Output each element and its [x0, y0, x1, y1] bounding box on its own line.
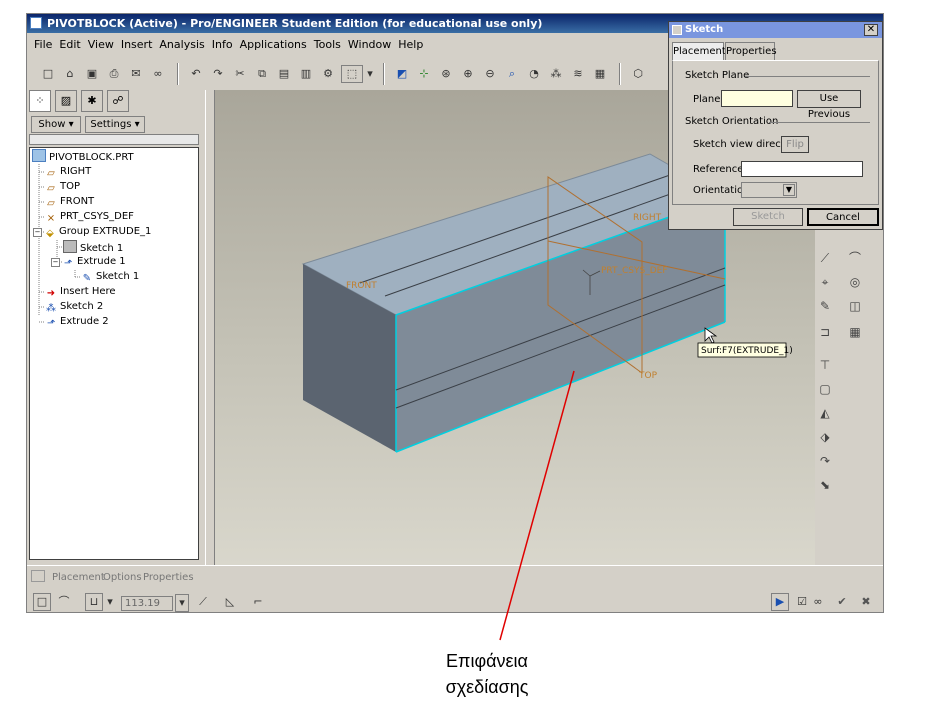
caption-line2: σχεδίασης: [445, 677, 529, 697]
callout-overlay: [499, 370, 575, 641]
annotation-caption: Επιφάνεια σχεδίασης: [417, 648, 557, 700]
callout-line: [499, 370, 575, 641]
caption-line1: Επιφάνεια: [446, 651, 528, 671]
